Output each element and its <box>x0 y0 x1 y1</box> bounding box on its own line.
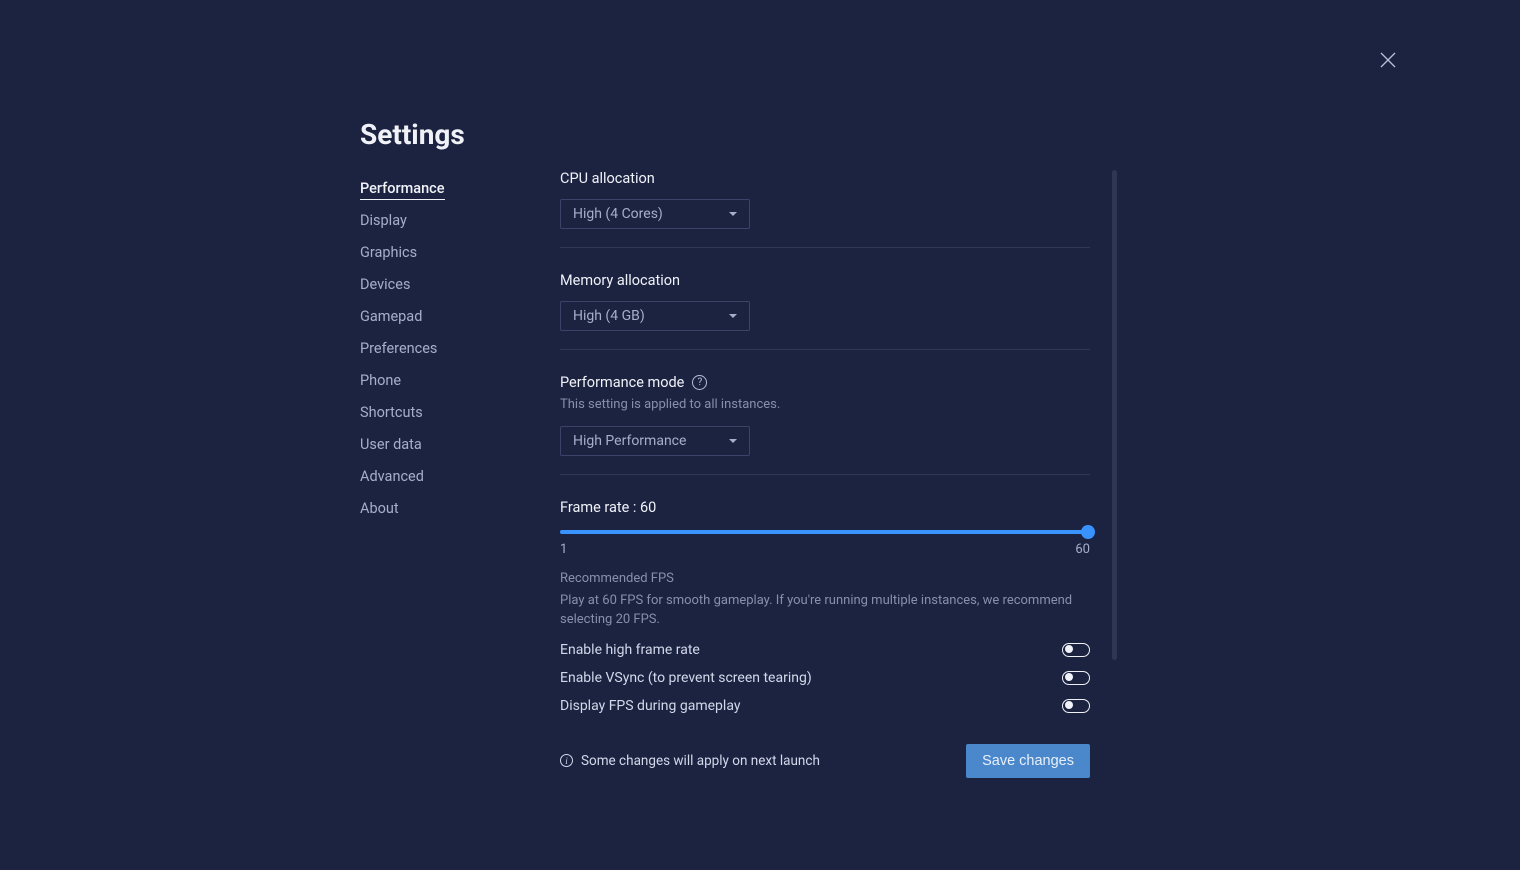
toggle-vsync-label: Enable VSync (to prevent screen tearing) <box>560 670 812 686</box>
help-icon[interactable]: ? <box>692 375 707 390</box>
chevron-down-icon <box>729 212 737 216</box>
close-button[interactable] <box>1380 52 1400 72</box>
frame-rate-max: 60 <box>1075 542 1090 557</box>
sidebar-item-gamepad[interactable]: Gamepad <box>360 301 560 333</box>
sidebar-item-performance[interactable]: Performance <box>360 172 445 200</box>
frame-rate-hint-title: Recommended FPS <box>560 571 1090 586</box>
toggle-vsync[interactable] <box>1062 671 1090 685</box>
frame-rate-slider-thumb[interactable] <box>1081 525 1095 539</box>
toggle-high-frame-label: Enable high frame rate <box>560 642 700 658</box>
memory-allocation-value: High (4 GB) <box>573 308 645 324</box>
page-title: Settings <box>360 118 465 151</box>
frame-rate-hint-text: Play at 60 FPS for smooth gameplay. If y… <box>560 592 1090 630</box>
sidebar-item-advanced[interactable]: Advanced <box>360 461 560 493</box>
sidebar: Performance Display Graphics Devices Gam… <box>360 110 560 778</box>
chevron-down-icon <box>729 314 737 318</box>
sidebar-item-devices[interactable]: Devices <box>360 269 560 301</box>
info-icon: i <box>560 754 573 767</box>
sidebar-item-phone[interactable]: Phone <box>360 365 560 397</box>
chevron-down-icon <box>729 439 737 443</box>
sidebar-item-preferences[interactable]: Preferences <box>360 333 560 365</box>
memory-allocation-dropdown[interactable]: High (4 GB) <box>560 301 750 331</box>
toggle-display-fps[interactable] <box>1062 699 1090 713</box>
frame-rate-slider[interactable] <box>560 530 1090 534</box>
cpu-allocation-dropdown[interactable]: High (4 Cores) <box>560 199 750 229</box>
performance-mode-label: Performance mode ? <box>560 374 1090 391</box>
memory-allocation-label: Memory allocation <box>560 272 1090 289</box>
sidebar-item-display[interactable]: Display <box>360 205 560 237</box>
scrollbar[interactable] <box>1112 170 1117 660</box>
save-button[interactable]: Save changes <box>966 744 1090 778</box>
performance-mode-sublabel: This setting is applied to all instances… <box>560 397 1090 412</box>
frame-rate-label: Frame rate : 60 <box>560 499 1090 516</box>
sidebar-item-shortcuts[interactable]: Shortcuts <box>360 397 560 429</box>
performance-mode-dropdown[interactable]: High Performance <box>560 426 750 456</box>
footer-note: i Some changes will apply on next launch <box>560 753 820 769</box>
sidebar-item-graphics[interactable]: Graphics <box>360 237 560 269</box>
sidebar-item-about[interactable]: About <box>360 493 560 525</box>
cpu-allocation-value: High (4 Cores) <box>573 206 663 222</box>
toggle-high-frame[interactable] <box>1062 643 1090 657</box>
performance-mode-value: High Performance <box>573 433 686 449</box>
frame-rate-min: 1 <box>560 542 567 557</box>
toggle-display-fps-label: Display FPS during gameplay <box>560 698 740 714</box>
sidebar-item-user-data[interactable]: User data <box>360 429 560 461</box>
cpu-allocation-label: CPU allocation <box>560 170 1090 187</box>
